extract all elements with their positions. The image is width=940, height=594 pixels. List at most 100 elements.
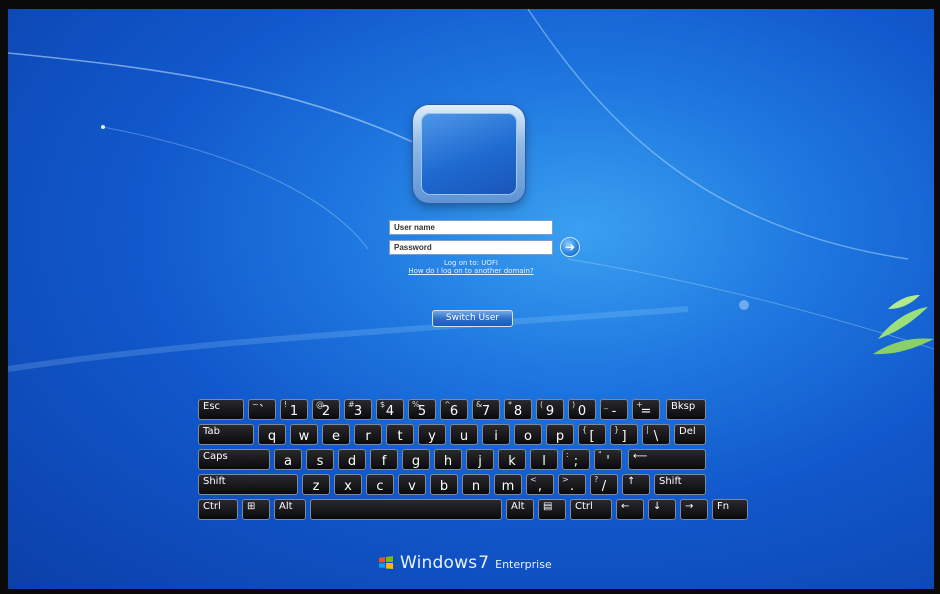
key-semicolon[interactable]: :; (562, 449, 590, 470)
key-a[interactable]: a (274, 449, 302, 470)
key-o[interactable]: o (514, 424, 542, 445)
key-lbracket[interactable]: {[ (578, 424, 606, 445)
key-right[interactable]: → (680, 499, 708, 520)
key-esc[interactable]: Esc (198, 399, 244, 420)
key-label: a (284, 454, 292, 469)
key-label: Shift (659, 476, 682, 487)
logon-domain-text: Log on to: UOFI (443, 259, 498, 267)
key-label: Alt (279, 501, 293, 512)
key-label: h (443, 454, 453, 469)
key-label: q (267, 429, 277, 444)
key-lctrl[interactable]: Ctrl (198, 499, 238, 520)
key-enter[interactable]: ⟵ (628, 449, 706, 470)
key-win[interactable]: ⊞ (242, 499, 270, 520)
key-label: g (411, 454, 421, 469)
key-2[interactable]: @2 (312, 399, 340, 420)
key-label: Fn (717, 501, 730, 512)
key-f[interactable]: f (370, 449, 398, 470)
key-tab[interactable]: Tab (198, 424, 254, 445)
key-period[interactable]: >. (558, 474, 586, 495)
password-field[interactable] (389, 240, 553, 255)
key-label: Del (679, 426, 696, 437)
key-k[interactable]: k (498, 449, 526, 470)
key-z[interactable]: z (302, 474, 330, 495)
key-rbracket[interactable]: }] (610, 424, 638, 445)
key-label: f (381, 454, 387, 469)
key-w[interactable]: w (290, 424, 318, 445)
key-label: k (508, 454, 516, 469)
key-s[interactable]: s (306, 449, 334, 470)
key-6[interactable]: ^ 6 (440, 399, 468, 420)
key-ralt[interactable]: Alt (506, 499, 534, 520)
key-r[interactable]: r (354, 424, 382, 445)
key-g[interactable]: g (402, 449, 430, 470)
key-left[interactable]: ← (616, 499, 644, 520)
key-comma[interactable]: <, (526, 474, 554, 495)
key-menu[interactable]: ▤ (538, 499, 566, 520)
key-j[interactable]: j (466, 449, 494, 470)
key-v[interactable]: v (398, 474, 426, 495)
key-p[interactable]: p (546, 424, 574, 445)
key-h[interactable]: h (434, 449, 462, 470)
key-d[interactable]: d (338, 449, 366, 470)
key-backslash[interactable]: | \ (642, 424, 670, 445)
key-up[interactable]: ↑ (622, 474, 650, 495)
key-label: 2 (321, 404, 331, 419)
other-domain-link[interactable]: How do I log on to another domain? (379, 267, 563, 275)
key-label: ↑ (627, 476, 636, 487)
key-label: , (537, 479, 543, 494)
key-label: ↓ (653, 501, 662, 512)
key-3[interactable]: #3 (344, 399, 372, 420)
switch-user-button[interactable]: Switch User (432, 310, 513, 327)
key-label: ⟵ (633, 451, 648, 462)
username-field[interactable] (389, 220, 553, 235)
key-7[interactable]: & 7 (472, 399, 500, 420)
key-t[interactable]: t (386, 424, 414, 445)
key-n[interactable]: n (462, 474, 490, 495)
key-c[interactable]: c (366, 474, 394, 495)
key-label: = (640, 404, 652, 419)
key-lshift[interactable]: Shift (198, 474, 298, 495)
key-m[interactable]: m (494, 474, 522, 495)
key-1[interactable]: ! 1 (280, 399, 308, 420)
key-rctrl[interactable]: Ctrl (570, 499, 612, 520)
key-slash[interactable]: ? / (590, 474, 618, 495)
key-b[interactable]: b (430, 474, 458, 495)
key-5[interactable]: % 5 (408, 399, 436, 420)
key-4[interactable]: $4 (376, 399, 404, 420)
submit-login-button[interactable]: ➔ (560, 237, 580, 257)
key-label: Tab (203, 426, 220, 437)
key-down[interactable]: ↓ (648, 499, 676, 520)
key-tilde[interactable]: ~ ` (248, 399, 276, 420)
key-label: i (494, 429, 498, 444)
key-del[interactable]: Del (674, 424, 706, 445)
key-rshift[interactable]: Shift (654, 474, 706, 495)
key-label: Ctrl (203, 501, 221, 512)
key-label: m (501, 479, 515, 494)
key-u[interactable]: u (450, 424, 478, 445)
key-label: b (439, 479, 449, 494)
key-0[interactable]: ) 0 (568, 399, 596, 420)
key-8[interactable]: * 8 (504, 399, 532, 420)
key-caps[interactable]: Caps (198, 449, 270, 470)
key-x[interactable]: x (334, 474, 362, 495)
key-y[interactable]: y (418, 424, 446, 445)
key-lalt[interactable]: Alt (274, 499, 306, 520)
key-e[interactable]: e (322, 424, 350, 445)
key-bksp[interactable]: Bksp (666, 399, 706, 420)
key-9[interactable]: (9 (536, 399, 564, 420)
key-label: c (376, 479, 384, 494)
key-label: e (332, 429, 340, 444)
key-q[interactable]: q (258, 424, 286, 445)
key-fn[interactable]: Fn (712, 499, 748, 520)
key-i[interactable]: i (482, 424, 510, 445)
key-space[interactable] (310, 499, 502, 520)
key-label: 8 (513, 404, 523, 419)
key-label: ← (621, 501, 630, 512)
key-label: Caps (203, 451, 228, 462)
key-equals[interactable]: + = (632, 399, 660, 420)
key-l[interactable]: l (530, 449, 558, 470)
arrow-right-icon: ➔ (564, 240, 576, 254)
key-minus[interactable]: _ - (600, 399, 628, 420)
key-quote[interactable]: " ' (594, 449, 622, 470)
